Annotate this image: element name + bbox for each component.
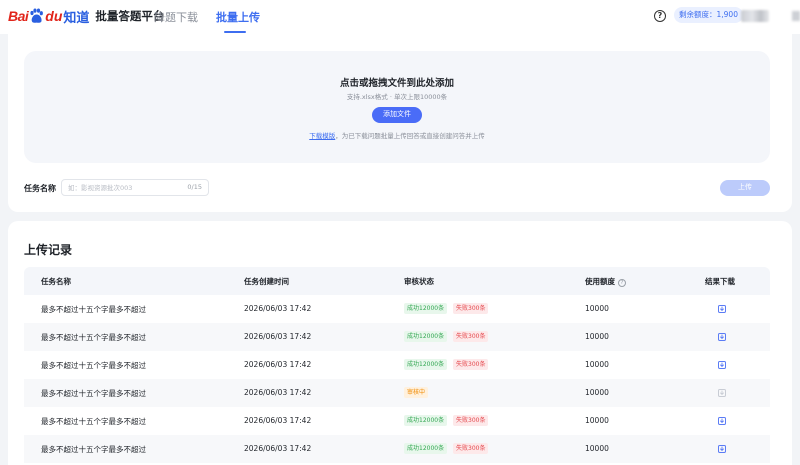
status-success-badge: 成功12000条: [404, 359, 448, 370]
row-created-time: 2026/06/03 17:42: [244, 416, 312, 425]
status-fail-badge: 失败300条: [453, 359, 489, 370]
dropzone-hint: 下载模版，为已下载问题批量上传回答或直接创建问答并上传: [24, 130, 770, 140]
row-quota-used: 10000: [585, 444, 609, 453]
row-quota-used: 10000: [585, 416, 609, 425]
row-created-time: 2026/06/03 17:42: [244, 304, 312, 313]
task-name-field[interactable]: 0/15: [61, 179, 209, 196]
row-task-name: 最多不超过十五个字最多不超过: [41, 305, 146, 314]
column-quota-used-label: 使用额度: [585, 277, 615, 286]
row-quota-used: 10000: [585, 332, 609, 341]
column-quota-used: 使用额度?: [585, 276, 626, 287]
remaining-quota-badge: 剩余额度：1,900: [674, 7, 743, 23]
column-task-name: 任务名称: [41, 277, 71, 286]
row-task-name: 最多不超过十五个字最多不超过: [41, 445, 146, 454]
table-row: 最多不超过十五个字最多不超过 2026/06/03 17:42 成功12000条 失败…: [24, 323, 770, 351]
status-success-badge: 成功12000条: [404, 415, 448, 426]
records-title: 上传记录: [24, 243, 73, 257]
logo-bai-text: Bai: [8, 8, 29, 24]
row-quota-used: 10000: [585, 304, 609, 313]
tab-question-download[interactable]: 降题下载: [154, 9, 198, 25]
row-task-name: 最多不超过十五个字最多不超过: [41, 361, 146, 370]
row-task-name: 最多不超过十五个字最多不超过: [41, 417, 146, 426]
row-quota-used: 10000: [585, 360, 609, 369]
status-success-badge: 成功12000条: [404, 443, 448, 454]
column-result-download: 结果下载: [705, 277, 735, 286]
status-pending-badge: 审核中: [404, 387, 429, 398]
upload-button[interactable]: 上传: [720, 180, 770, 196]
download-icon[interactable]: [718, 305, 726, 313]
dropzone-hint-text: ，为已下载问题批量上传回答或直接创建问答并上传: [335, 132, 485, 140]
status-success-badge: 成功12000条: [404, 303, 448, 314]
question-circle-icon[interactable]: ?: [654, 10, 666, 22]
task-name-label: 任务名称: [24, 184, 56, 193]
logo-zhidao-text: 知道: [63, 10, 90, 26]
row-task-name: 最多不超过十五个字最多不超过: [41, 389, 146, 398]
quota-label: 剩余额度：: [679, 10, 717, 19]
baidu-paw-icon: [30, 8, 44, 23]
table-row: 最多不超过十五个字最多不超过 2026/06/03 17:42 成功12000条 失败…: [24, 295, 770, 323]
dropzone-subtitle: 支持.xlsx格式 · 单次上限10000条: [346, 93, 448, 101]
row-created-time: 2026/06/03 17:42: [244, 360, 312, 369]
table-row: 最多不超过十五个字最多不超过 2026/06/03 17:42 成功12000条 失败…: [24, 351, 770, 379]
download-icon: [718, 389, 726, 397]
dropzone-title: 点击或拖拽文件到此处添加: [339, 78, 454, 89]
active-tab-indicator: [224, 31, 246, 33]
row-created-time: 2026/06/03 17:42: [244, 388, 312, 397]
info-circle-icon[interactable]: ?: [618, 279, 626, 287]
logo-du-text: du: [45, 8, 63, 24]
top-header: Bai du 知道 批量答题平台 降题下载 批量上传 ? 剩余额度：1,900: [0, 0, 800, 34]
status-fail-badge: 失败300条: [453, 415, 489, 426]
row-created-time: 2026/06/03 17:42: [244, 332, 312, 341]
add-file-button[interactable]: 添加文件: [372, 107, 422, 123]
status-fail-badge: 失败300条: [453, 303, 489, 314]
download-icon[interactable]: [718, 333, 726, 341]
download-icon[interactable]: [718, 417, 726, 425]
user-name-blurred[interactable]: [792, 11, 800, 21]
download-template-link[interactable]: 下载模版: [309, 132, 335, 140]
status-fail-badge: 失败300条: [453, 443, 489, 454]
tab-batch-upload[interactable]: 批量上传: [216, 9, 260, 25]
row-created-time: 2026/06/03 17:42: [244, 444, 312, 453]
table-row: 最多不超过十五个字最多不超过 2026/06/03 17:42 成功12000条 失败…: [24, 407, 770, 435]
quota-value: 1,900: [716, 10, 738, 19]
file-dropzone[interactable]: 点击或拖拽文件到此处添加 支持.xlsx格式 · 单次上限10000条 添加文件…: [24, 51, 770, 163]
download-icon[interactable]: [718, 361, 726, 369]
task-name-char-count: 0/15: [187, 183, 202, 191]
download-icon[interactable]: [718, 445, 726, 453]
table-header: 任务名称 任务创建时间 审核状态 使用额度? 结果下载: [24, 267, 770, 295]
user-avatar[interactable]: [741, 10, 769, 22]
status-fail-badge: 失败300条: [453, 331, 489, 342]
baidu-zhidao-logo[interactable]: Bai du 知道 批量答题平台: [8, 3, 164, 29]
column-created-time: 任务创建时间: [244, 277, 289, 286]
table-row: 最多不超过十五个字最多不超过 2026/06/03 17:42 成功12000条 失败…: [24, 435, 770, 463]
task-name-input[interactable]: [68, 180, 178, 195]
status-success-badge: 成功12000条: [404, 331, 448, 342]
row-quota-used: 10000: [585, 388, 609, 397]
table-row: 最多不超过十五个字最多不超过 2026/06/03 17:42 审核中 10000: [24, 379, 770, 407]
column-review-status: 审核状态: [404, 277, 434, 286]
row-task-name: 最多不超过十五个字最多不超过: [41, 333, 146, 342]
